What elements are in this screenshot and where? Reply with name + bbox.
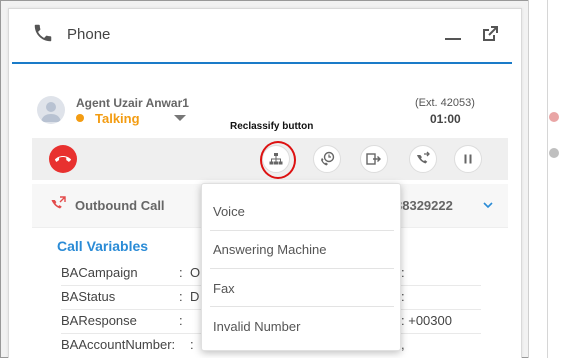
chevron-down-icon[interactable]: [174, 115, 186, 121]
agent-name: Agent Uzair Anwar1: [76, 96, 189, 110]
divider: [547, 0, 548, 358]
divider: [210, 306, 394, 307]
menu-item-voice[interactable]: Voice: [202, 193, 402, 231]
menu-item-fax[interactable]: Fax: [202, 270, 402, 308]
consult-button[interactable]: [313, 145, 341, 173]
phone-icon: [34, 24, 52, 42]
variable-colon: :: [179, 313, 183, 328]
reclassify-annotation-label: Reclassify button: [230, 121, 314, 132]
annotation-circle: [260, 141, 296, 179]
indicator-dot: [549, 148, 559, 158]
user-icon: [41, 102, 61, 122]
outbound-call-icon: [51, 196, 66, 209]
menu-item-invalid-number[interactable]: Invalid Number: [202, 308, 402, 346]
transfer-button[interactable]: [360, 145, 388, 173]
panel-title: Phone: [67, 26, 111, 43]
menu-item-answering-machine[interactable]: Answering Machine: [202, 231, 402, 269]
agent-status[interactable]: Talking: [95, 111, 140, 126]
status-dot: [76, 114, 84, 122]
variable-colon: :: [179, 265, 183, 280]
avatar: [37, 96, 65, 124]
extension-number: (Ext. 42053): [415, 97, 475, 109]
background-window-strip: [528, 0, 564, 358]
phone-panel-header: Phone: [12, 10, 512, 64]
chevron-down-icon[interactable]: [481, 198, 495, 212]
minimize-icon: [445, 38, 461, 40]
variable-colon: :: [179, 289, 183, 304]
variable-label: BAAccountNumber:: [61, 337, 176, 352]
call-variables-title: Call Variables: [57, 238, 149, 254]
call-number: 38329222: [395, 198, 453, 213]
pause-icon: [464, 154, 472, 164]
minimize-button[interactable]: [441, 24, 465, 46]
forward-call-icon: [417, 151, 430, 164]
transfer-icon: [366, 153, 381, 165]
variable-label: BAResponse: [61, 313, 137, 328]
variable-label: BACampaign: [61, 265, 138, 280]
indicator-dot: [549, 112, 559, 122]
call-timer: 01:00: [430, 112, 461, 126]
variable-value: D: [190, 289, 200, 304]
variable-value-right: : +00300: [401, 313, 452, 328]
variable-label: BAStatus: [61, 289, 116, 304]
forward-call-button[interactable]: [409, 145, 437, 173]
popout-icon[interactable]: [480, 24, 500, 44]
reclassify-menu: Voice Answering Machine Fax Invalid Numb…: [201, 183, 401, 351]
divider: [210, 268, 394, 269]
variable-value: O: [190, 265, 201, 280]
hangup-button[interactable]: [49, 145, 77, 173]
variable-value: :: [190, 337, 194, 352]
phone-clock-icon: [321, 151, 335, 166]
hangup-icon: [55, 156, 71, 162]
hold-button[interactable]: [454, 145, 482, 173]
call-type: Outbound Call: [75, 198, 165, 213]
